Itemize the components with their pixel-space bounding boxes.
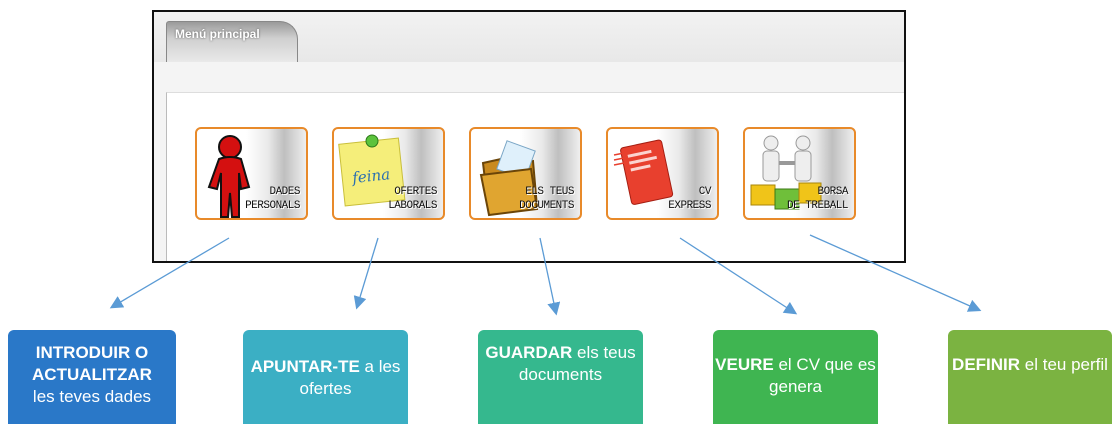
- callout-introduir-dades: INTRODUIR O ACTUALITZAR les teves dades: [8, 330, 176, 424]
- callout-bold: GUARDAR: [485, 343, 573, 362]
- callout-bold: DEFINIR: [952, 355, 1021, 374]
- callout-text: el CV que es genera: [769, 355, 876, 396]
- callout-apuntar-ofertes: APUNTAR-TE a les ofertes: [243, 330, 408, 424]
- callout-bold: APUNTAR-TE: [250, 357, 360, 376]
- arrow-cv: [679, 237, 798, 315]
- arrow-borsa: [809, 234, 982, 312]
- callout-definir-perfil: DEFINIR el teu perfil: [948, 330, 1112, 424]
- callout-bold: INTRODUIR O ACTUALITZAR: [32, 343, 152, 384]
- callout-guardar-documents: GUARDAR els teus documents: [478, 330, 643, 424]
- arrow-ofertes: [353, 237, 379, 310]
- callout-text: el teu perfil: [1020, 355, 1108, 374]
- callout-veure-cv: VEURE el CV que es genera: [713, 330, 878, 424]
- callout-text: les teves dades: [32, 387, 152, 406]
- callout-bold: VEURE: [715, 355, 774, 374]
- arrow-documents: [539, 237, 561, 316]
- arrow-dades: [109, 237, 230, 309]
